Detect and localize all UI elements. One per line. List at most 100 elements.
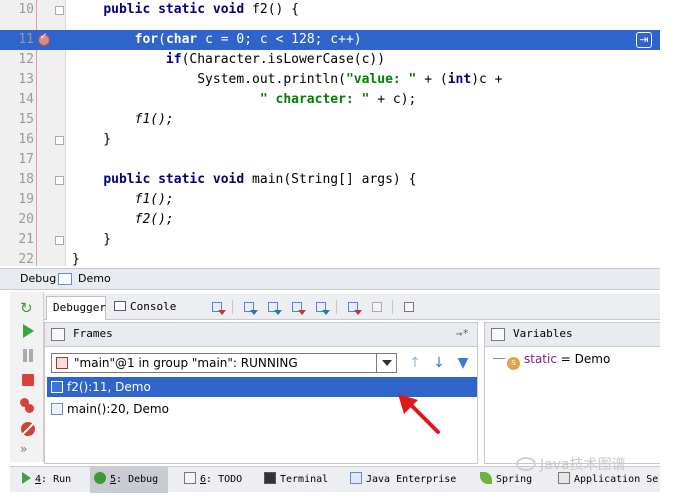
line-number: 10 [18,2,34,17]
line-number: 14 [18,92,34,107]
code-line[interactable]: 10 public static void f2() { [0,0,660,20]
frames-header: Frames →* [45,323,477,347]
line-number: 15 [18,112,34,127]
debug-tab-strip: Debugger Console →* [44,294,660,335]
chevron-down-icon[interactable] [376,354,396,372]
terminal-icon [264,472,276,484]
evaluate-expression-icon[interactable] [402,300,418,314]
code-line[interactable]: 13 System.out.println("value: " + (int)c… [0,70,660,90]
frames-title: Frames [73,327,113,340]
line-number: 19 [18,192,34,207]
tool-window-debug[interactable]: 5: Debug [90,467,168,493]
tree-line [493,358,505,359]
line-number: 13 [18,72,34,87]
code-line[interactable]: 14 " character: " + c); [0,90,660,110]
thread-selector-value: "main"@1 in group "main": RUNNING [74,356,298,370]
code-line[interactable]: 18 public static void main(String[] args… [0,170,660,190]
fold-icon[interactable] [55,6,64,15]
frames-icon [51,328,65,341]
toolbar-separator [232,300,233,314]
code-editor[interactable]: 10 public static void f2() { 11 for(char… [0,0,660,267]
pause-program-icon[interactable] [20,348,36,364]
code-text: if(Character.isLowerCase(c)) [165,52,386,67]
code-text: f1(); [72,112,174,127]
mute-breakpoints-icon[interactable] [21,422,35,436]
rerun-icon[interactable]: ↻ [20,300,36,316]
code-text: public static void main(String[] args) { [103,172,417,187]
step-into-icon[interactable] [266,300,282,315]
bug-icon [94,472,106,484]
java-enterprise-icon [350,472,362,484]
variable-row[interactable]: s static = Demo [493,351,610,370]
thread-selector[interactable]: "main"@1 in group "main": RUNNING [51,353,397,373]
code-line[interactable]: 12 if(Character.isLowerCase(c)) [0,50,660,70]
breakpoint-icon[interactable] [38,32,50,46]
code-text: " character: " + c); [259,92,417,107]
line-number: 17 [18,152,34,167]
tool-window-java-enterprise[interactable]: Java Enterprise [346,467,466,493]
code-line[interactable]: 17 [0,150,660,170]
thread-icon [56,357,68,369]
tool-window-terminal[interactable]: Terminal [260,467,344,493]
tool-window-run[interactable]: 4: Run [18,467,88,493]
fold-icon[interactable] [55,176,64,185]
variable-name: static [524,352,557,366]
debug-title-label: Debug [20,272,57,285]
tab-console[interactable]: Console →* [108,296,200,335]
stack-frame-icon [51,381,63,393]
toolbar-separator [336,300,337,314]
code-line[interactable]: 22 } [0,250,660,270]
fold-icon[interactable] [55,236,64,245]
run-config-icon [58,273,72,285]
show-execution-point-icon[interactable] [210,300,226,315]
code-line[interactable]: 21 } [0,230,660,250]
line-number: 11 [18,32,34,47]
stop-icon[interactable] [22,374,34,386]
variables-title: Variables [513,327,573,340]
view-breakpoints-icon[interactable] [20,398,36,414]
code-line[interactable]: 16 } [0,130,660,150]
tab-debugger[interactable]: Debugger [46,296,106,320]
line-number: 21 [18,232,34,247]
code-text: f1(); [72,192,174,207]
resume-program-icon[interactable] [23,324,34,338]
static-badge-icon: s [507,357,520,370]
frame-label: f2():11, Demo [67,380,151,394]
frame-label: main():20, Demo [67,402,169,416]
run-config-name[interactable]: Demo [78,269,111,289]
step-over-icon[interactable] [242,300,258,315]
run-icon [22,472,31,484]
code-line[interactable]: 15 f1(); [0,110,660,130]
tool-window-todo[interactable]: 6: TODO [180,467,256,493]
watermark: Java技术图谱 [516,454,626,474]
code-line-current[interactable]: 11 for(char c = 0; c < 128; c++) ⇥ [0,30,660,50]
code-text: } [72,252,80,267]
more-icon[interactable]: » [20,442,36,458]
code-text: public static void f2() { [103,2,300,17]
todo-icon [184,472,196,484]
line-number: 18 [18,172,34,187]
filter-icon[interactable]: ▼ [455,355,471,371]
console-icon [114,301,126,311]
variables-panel: Variables s static = Demo [484,322,660,464]
run-to-cursor-icon[interactable] [370,300,386,314]
arrow-up-icon[interactable]: ↑ [407,355,423,371]
line-number: 22 [18,252,34,267]
line-number: 16 [18,132,34,147]
step-out-icon[interactable] [314,300,330,315]
code-text: } [72,132,112,147]
variable-value: = Demo [556,352,611,366]
spring-leaf-icon [480,472,492,484]
force-step-into-icon[interactable] [290,300,306,315]
code-line[interactable]: 20 f2(); [0,210,660,230]
annotation-arrow [398,394,440,434]
drop-frame-icon[interactable] [346,300,362,315]
execution-point-icon[interactable]: ⇥ [636,32,652,48]
code-line[interactable]: 19 f1(); [0,190,660,210]
line-number: 12 [18,52,34,67]
arrow-down-icon[interactable]: ↓ [431,355,447,371]
pin-icon[interactable]: →* [456,323,469,345]
line-number: 20 [18,212,34,227]
debug-tool-window-header: Debug Demo [0,268,660,290]
fold-icon[interactable] [55,136,64,145]
